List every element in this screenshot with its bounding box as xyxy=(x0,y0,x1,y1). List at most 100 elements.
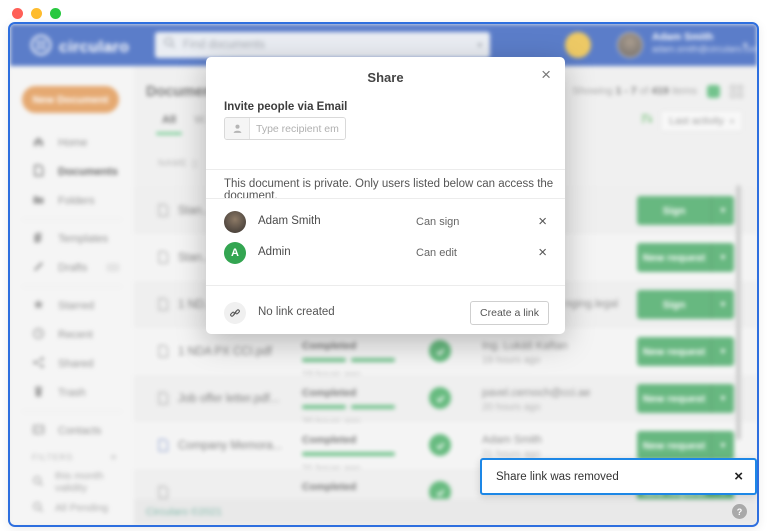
new-request-button[interactable]: New request▼ xyxy=(637,243,734,272)
list-view-toggle[interactable] xyxy=(707,85,720,98)
column-header-name[interactable]: NAME xyxy=(158,158,198,169)
close-window-button[interactable] xyxy=(12,8,23,19)
search-input[interactable] xyxy=(183,39,477,51)
home-icon xyxy=(32,135,45,151)
modal-title: Share xyxy=(206,70,565,85)
new-document-button[interactable]: New Document xyxy=(22,86,119,113)
folder-icon xyxy=(32,193,45,209)
button-caret-icon[interactable]: ▼ xyxy=(712,337,734,366)
search-caret-icon[interactable]: ▾ xyxy=(477,40,482,51)
button-caret-icon[interactable]: ▼ xyxy=(712,243,734,272)
search-icon xyxy=(163,36,176,54)
permission-selector[interactable]: Can sign xyxy=(416,216,459,228)
share-icon xyxy=(32,356,45,372)
completed-check-icon xyxy=(429,387,451,409)
templates-icon xyxy=(32,231,45,247)
permission-selector[interactable]: Can edit xyxy=(416,247,457,259)
user-avatar[interactable] xyxy=(617,32,643,58)
row-signer: pavel.cernoch@cci.ae 20 hours ago xyxy=(482,386,590,415)
invite-email-field[interactable] xyxy=(224,117,346,140)
document-icon xyxy=(156,203,170,223)
user-avatar xyxy=(224,211,246,233)
link-icon xyxy=(224,302,246,324)
table-row[interactable]: Job offer letter.pdf... Completed 20 hou… xyxy=(134,375,757,422)
toast-notification: Share link was removed × xyxy=(480,458,757,495)
notification-badge[interactable] xyxy=(565,32,591,58)
sidebar-divider xyxy=(22,411,122,412)
user-avatar: A xyxy=(224,242,246,264)
document-icon xyxy=(156,391,170,411)
sidebar-item-trash[interactable]: Trash xyxy=(10,378,134,407)
sign-button[interactable]: Sign▼ xyxy=(637,290,734,319)
zoom-window-button[interactable] xyxy=(50,8,61,19)
sidebar-item-home[interactable]: Home xyxy=(10,128,134,157)
circularo-logo[interactable]: circularo xyxy=(30,34,129,61)
sidebar: New Document Home Documents Folders xyxy=(10,66,134,525)
sidebar-nav: Home Documents Folders Templates xyxy=(10,128,134,521)
modal-divider xyxy=(206,198,565,199)
help-button[interactable]: ? xyxy=(732,504,747,519)
document-icon xyxy=(156,250,170,270)
sidebar-divider xyxy=(22,286,122,287)
sidebar-item-shared[interactable]: Shared xyxy=(10,349,134,378)
share-modal: Share × Invite people via Email This doc… xyxy=(206,57,565,334)
invite-label: Invite people via Email xyxy=(224,101,347,113)
shared-user-name: Admin xyxy=(258,246,291,258)
circularo-logo-icon xyxy=(30,34,52,61)
button-caret-icon[interactable]: ▼ xyxy=(712,290,734,319)
filter-item-all-pending[interactable]: All Pending xyxy=(10,495,134,521)
sidebar-item-recent[interactable]: Recent xyxy=(10,320,134,349)
showing-count: Showing 1 - 7 of 419 items xyxy=(572,85,697,97)
table-row[interactable]: 1 NDA PX CCI.pdf Completed 19 hours ago … xyxy=(134,328,757,375)
remove-user-icon[interactable]: × xyxy=(538,244,547,261)
close-icon[interactable]: × xyxy=(541,65,551,85)
new-request-button[interactable]: New request▼ xyxy=(637,384,734,413)
new-request-button[interactable]: New request▼ xyxy=(637,337,734,366)
document-icon xyxy=(156,438,170,458)
sidebar-item-documents[interactable]: Documents xyxy=(10,157,134,186)
document-icon xyxy=(32,164,45,180)
document-icon xyxy=(156,344,170,364)
sidebar-item-folders[interactable]: Folders xyxy=(10,186,134,215)
user-menu-caret-icon[interactable]: ▾ xyxy=(743,40,748,51)
row-signer: Ing. Lukáš Kaftan 19 hours ago xyxy=(482,339,568,368)
grid-view-icon[interactable] xyxy=(730,85,743,98)
logo-text: circularo xyxy=(59,39,129,57)
progress-bar xyxy=(302,452,434,456)
completed-check-icon xyxy=(429,340,451,362)
toast-close-icon[interactable]: × xyxy=(734,468,755,485)
modal-divider xyxy=(206,285,565,286)
shared-user-name: Adam Smith xyxy=(258,215,321,227)
sidebar-item-contacts[interactable]: Contacts xyxy=(10,416,134,445)
remove-user-icon[interactable]: × xyxy=(538,213,547,230)
drafts-badge xyxy=(106,263,120,272)
star-icon xyxy=(32,298,45,314)
sort-select[interactable]: Last activity ▾ xyxy=(660,110,743,132)
sort-chevrons-icon xyxy=(191,159,198,169)
filter-item-month-validity[interactable]: this month validity xyxy=(10,469,134,495)
scrollbar[interactable] xyxy=(736,185,741,440)
add-filter-icon[interactable]: + xyxy=(110,450,118,464)
button-caret-icon[interactable]: ▼ xyxy=(712,196,734,225)
button-caret-icon[interactable]: ▼ xyxy=(712,431,734,460)
document-icon xyxy=(156,297,170,317)
sidebar-item-templates[interactable]: Templates xyxy=(10,224,134,253)
create-link-button[interactable]: Create a link xyxy=(470,301,549,325)
new-request-button[interactable]: New request▼ xyxy=(637,431,734,460)
window-controls xyxy=(12,8,61,19)
clock-icon xyxy=(32,327,45,343)
sign-button[interactable]: Sign▼ xyxy=(637,196,734,225)
sort-icon[interactable] xyxy=(640,112,653,130)
signer-name: nging.legal xyxy=(565,298,618,310)
minimize-window-button[interactable] xyxy=(31,8,42,19)
search-icon xyxy=(32,501,44,516)
recipient-email-input[interactable] xyxy=(250,118,345,139)
filters-header: FILTERS + xyxy=(10,445,134,469)
sidebar-item-starred[interactable]: Starred xyxy=(10,291,134,320)
modal-divider xyxy=(206,169,565,170)
app-window: circularo ▾ Adam Smith adam.smith@circul… xyxy=(8,22,759,527)
global-search[interactable]: ▾ xyxy=(155,32,490,58)
tab-all[interactable]: All xyxy=(162,114,176,126)
sidebar-item-drafts[interactable]: Drafts xyxy=(10,253,134,282)
button-caret-icon[interactable]: ▼ xyxy=(712,384,734,413)
